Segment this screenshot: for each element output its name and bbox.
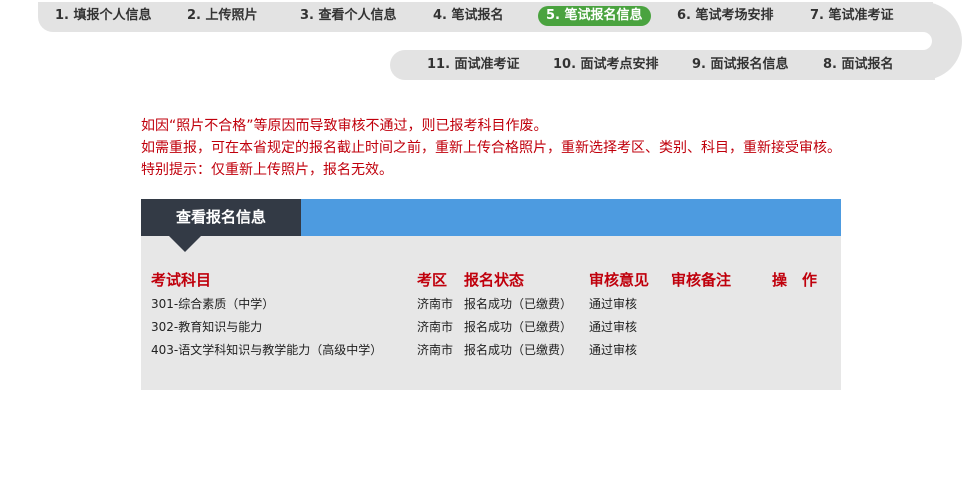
step-progress-track: 1. 填报个人信息 2. 上传照片 3. 查看个人信息 4. 笔试报名 5. 笔… (0, 0, 973, 90)
row-area: 济南市 (417, 320, 454, 334)
step-1-fill-personal-info[interactable]: 1. 填报个人信息 (55, 6, 152, 26)
notice-line-1: 如因“照片不合格”等原因而导致审核不通过，则已报考科目作废。 (141, 118, 548, 134)
step-11-interview-admission-ticket[interactable]: 11. 面试准考证 (427, 55, 520, 75)
notice-line-3: 特别提示：仅重新上传照片，报名无效。 (141, 162, 393, 178)
notice-line-2: 如需重报，可在本省规定的报名截止时间之前，重新上传合格照片，重新选择考区、类别、… (141, 140, 841, 156)
step-5-written-exam-info[interactable]: 5. 笔试报名信息 (538, 6, 651, 26)
row-subject: 302-教育知识与能力 (151, 320, 263, 334)
row-review: 通过审核 (589, 320, 638, 334)
row-subject: 301-综合素质（中学） (151, 297, 275, 311)
header-review: 审核意见 (589, 271, 650, 289)
header-remark: 审核备注 (671, 271, 732, 289)
step-10-interview-venue[interactable]: 10. 面试考点安排 (553, 55, 659, 75)
row-review: 通过审核 (589, 297, 638, 311)
panel-tab-pointer (169, 236, 201, 252)
header-status: 报名状态 (464, 271, 525, 289)
step-8-interview-signup[interactable]: 8. 面试报名 (823, 55, 894, 75)
step-2-upload-photo[interactable]: 2. 上传照片 (187, 6, 258, 26)
step-7-written-admission-ticket[interactable]: 7. 笔试准考证 (810, 6, 894, 26)
header-area: 考区 (417, 271, 448, 289)
notice-block: 如因“照片不合格”等原因而导致审核不通过，则已报考科目作废。 如需重报，可在本省… (141, 115, 841, 181)
step-3-view-personal-info[interactable]: 3. 查看个人信息 (300, 6, 397, 26)
panel-tab-view-signup-info[interactable]: 查看报名信息 (141, 199, 301, 236)
header-subject: 考试科目 (151, 271, 212, 289)
track-curve-inner (880, 32, 932, 50)
row-area: 济南市 (417, 343, 454, 357)
signup-info-panel: 查看报名信息 考试科目 考区 报名状态 审核意见 审核备注 操 作 301-综合… (141, 199, 841, 390)
step-4-written-exam-signup[interactable]: 4. 笔试报名 (433, 6, 504, 26)
step-6-written-exam-room[interactable]: 6. 笔试考场安排 (677, 6, 774, 26)
row-status: 报名成功（已缴费） (464, 297, 573, 311)
step-9-interview-signup-info[interactable]: 9. 面试报名信息 (692, 55, 789, 75)
header-action: 操 作 (772, 271, 818, 289)
row-review: 通过审核 (589, 343, 638, 357)
row-area: 济南市 (417, 297, 454, 311)
row-status: 报名成功（已缴费） (464, 343, 573, 357)
row-status: 报名成功（已缴费） (464, 320, 573, 334)
row-subject: 403-语文学科知识与教学能力（高级中学） (151, 343, 383, 357)
